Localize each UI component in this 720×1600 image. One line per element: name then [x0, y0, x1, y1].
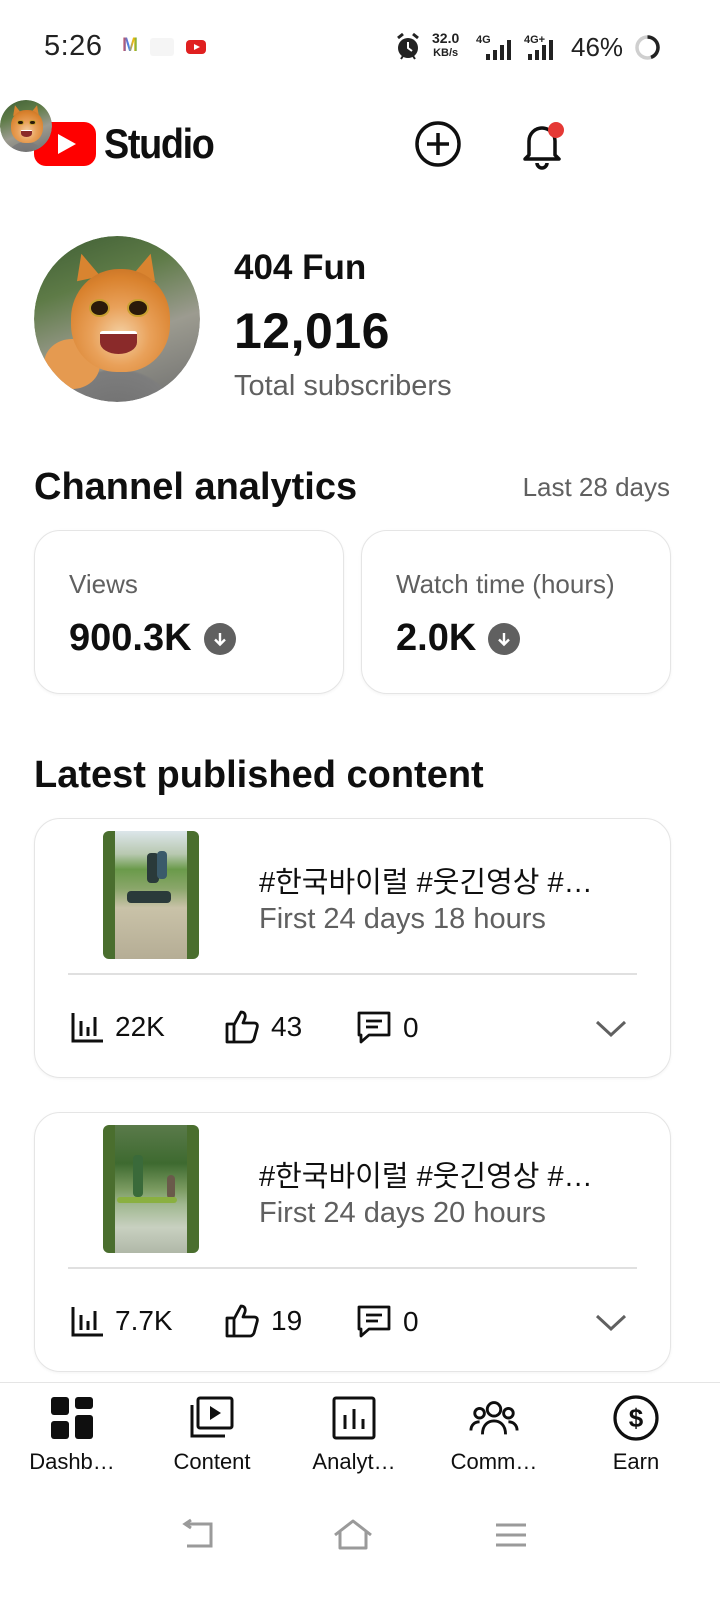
chevron-down-icon	[595, 1020, 627, 1038]
likes-stat: 19	[223, 1303, 302, 1339]
analytics-icon	[329, 1393, 379, 1443]
metric-value: 2.0K	[396, 617, 521, 660]
metric-value: 900.3K	[69, 617, 236, 660]
system-recents-button[interactable]	[486, 1510, 536, 1560]
bar-chart-icon	[71, 1307, 103, 1337]
divider	[68, 973, 637, 975]
chevron-down-icon	[595, 1314, 627, 1332]
comment-icon	[357, 1305, 391, 1338]
studio-logo[interactable]: Studio	[34, 120, 226, 168]
comment-icon	[357, 1011, 391, 1044]
logo-text: Studio	[104, 120, 215, 167]
subscriber-label: Total subscribers	[234, 370, 452, 402]
cat-avatar-image	[0, 100, 52, 152]
watch-time-card[interactable]: Watch time (hours) 2.0K	[361, 530, 671, 694]
battery-icon	[635, 35, 660, 60]
views-stat: 7.7K	[69, 1303, 173, 1339]
status-time: 5:26	[44, 30, 103, 62]
community-icon	[469, 1393, 519, 1443]
video-thumbnail[interactable]	[103, 831, 199, 959]
network-speed: 32.0 KB/s	[432, 30, 460, 60]
add-circle-icon	[415, 121, 461, 167]
youtube-icon	[186, 40, 206, 54]
trend-down-icon	[203, 622, 236, 655]
bar-chart-icon	[71, 1013, 103, 1043]
dashboard-icon	[47, 1393, 97, 1443]
nav-label: Earn	[612, 1449, 660, 1474]
nav-content[interactable]: Content	[142, 1383, 282, 1493]
notifications-button[interactable]	[514, 116, 570, 172]
views-card[interactable]: Views 900.3K	[34, 530, 344, 694]
app-header: Studio	[0, 100, 720, 190]
comments-stat: 0	[355, 1303, 419, 1341]
channel-avatar	[34, 236, 200, 402]
system-back-button[interactable]	[172, 1510, 222, 1560]
earn-icon: $	[611, 1393, 661, 1443]
metric-label: Watch time (hours)	[396, 569, 615, 599]
video-card[interactable]: #한국바이럴 #웃긴영상 #… First 24 days 18 hours 2…	[34, 818, 671, 1078]
status-bar: 5:26 M 32.0 KB/s 4G 4G+ 46%	[0, 0, 720, 96]
video-title: #한국바이럴 #웃긴영상 #…	[259, 1161, 593, 1193]
signal-icon	[486, 40, 511, 60]
nav-analytics[interactable]: Analyt…	[284, 1383, 424, 1493]
thumbs-up-icon	[225, 1304, 259, 1338]
analytics-title: Channel analytics	[34, 466, 358, 508]
create-button[interactable]	[410, 116, 466, 172]
divider	[68, 1267, 637, 1269]
nav-earn[interactable]: $ Earn	[566, 1383, 706, 1493]
expand-button[interactable]	[591, 1009, 631, 1049]
svg-text:$: $	[629, 1403, 644, 1433]
nav-dashboard[interactable]: Dashb…	[2, 1383, 142, 1493]
app-icon	[150, 38, 174, 56]
video-meta: First 24 days 18 hours	[259, 903, 546, 935]
thumbs-up-icon	[225, 1010, 259, 1044]
bottom-nav: Dashb… Content Analyt… Comm… $ Earn	[0, 1382, 720, 1492]
nav-label: Dashb…	[29, 1449, 115, 1474]
cat-avatar-image	[34, 236, 200, 402]
latest-content-title: Latest published content	[34, 754, 484, 796]
gmail-icon: M	[122, 35, 138, 56]
channel-name: 404 Fun	[234, 248, 367, 287]
video-thumbnail[interactable]	[103, 1125, 199, 1253]
nav-label: Analyt…	[312, 1449, 396, 1474]
expand-button[interactable]	[591, 1303, 631, 1343]
video-title: #한국바이럴 #웃긴영상 #…	[259, 867, 593, 899]
battery-percent: 46%	[571, 32, 624, 62]
views-stat: 22K	[69, 1009, 165, 1045]
system-home-button[interactable]	[328, 1510, 378, 1560]
trend-down-icon	[488, 622, 521, 655]
menu-icon	[496, 1523, 526, 1547]
nav-label: Comm…	[450, 1449, 538, 1474]
subscriber-count: 12,016	[234, 303, 390, 359]
back-icon	[182, 1518, 213, 1548]
signal-icon-2	[528, 40, 553, 60]
nav-label: Content	[173, 1449, 251, 1474]
comments-stat: 0	[355, 1009, 419, 1047]
metric-label: Views	[69, 569, 138, 599]
video-card[interactable]: #한국바이럴 #웃긴영상 #… First 24 days 20 hours 7…	[34, 1112, 671, 1372]
content-icon	[187, 1393, 237, 1443]
nav-community[interactable]: Comm…	[424, 1383, 564, 1493]
home-icon	[334, 1519, 372, 1550]
system-nav-bar	[0, 1492, 720, 1600]
account-avatar[interactable]	[0, 100, 52, 152]
video-meta: First 24 days 20 hours	[259, 1197, 546, 1229]
analytics-range: Last 28 days	[522, 472, 670, 502]
likes-stat: 43	[223, 1009, 302, 1045]
alarm-icon	[397, 32, 419, 60]
bell-icon	[523, 122, 564, 170]
